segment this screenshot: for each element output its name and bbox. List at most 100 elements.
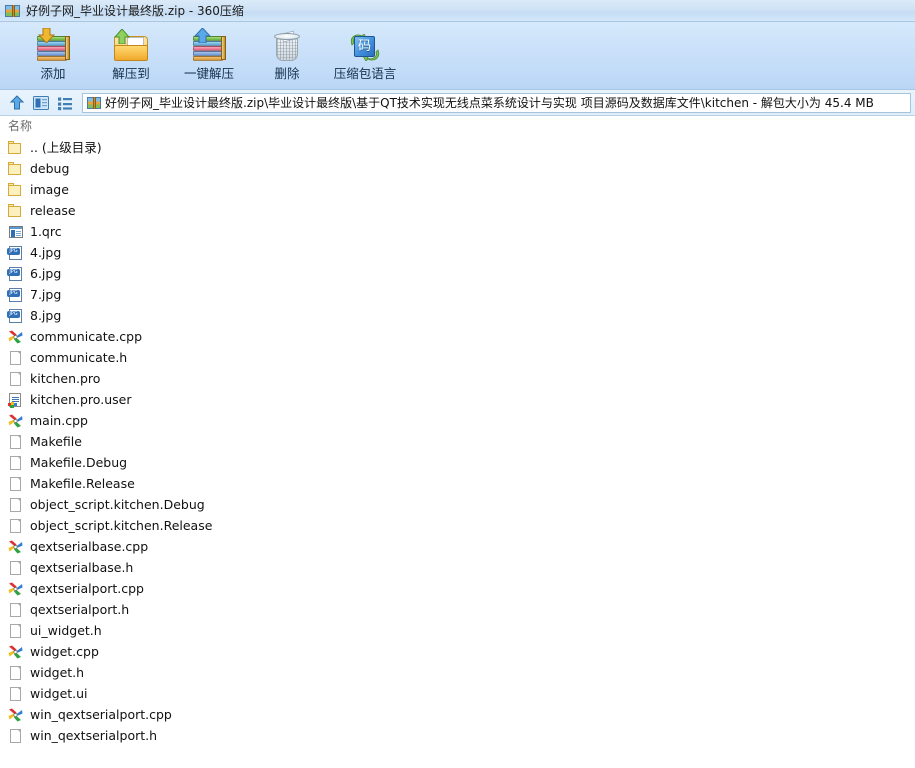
list-item[interactable]: object_script.kitchen.Release [0,515,915,536]
add-button[interactable]: 添加 [14,25,92,87]
file-name: Makefile [30,434,82,449]
file-name: debug [30,161,70,176]
address-input[interactable]: 好例子网_毕业设计最终版.zip\毕业设计最终版\基于QT技术实现无线点菜系统设… [82,92,911,113]
file-name: qextserialbase.cpp [30,539,149,554]
file-name: win_qextserialport.cpp [30,707,172,722]
list-item[interactable]: qextserialport.h [0,599,915,620]
delete-button-label: 删除 [274,66,300,81]
list-item[interactable]: widget.ui [0,683,915,704]
list-item[interactable]: kitchen.pro [0,368,915,389]
list-item[interactable]: JPG 6.jpg [0,263,915,284]
file-name: object_script.kitchen.Debug [30,497,205,512]
file-name: release [30,203,76,218]
file-name: Makefile.Debug [30,455,128,470]
jpg-file-icon: JPG [7,307,24,324]
file-name: qextserialbase.h [30,560,134,575]
page-file-icon [7,454,24,471]
list-item[interactable]: main.cpp [0,410,915,431]
file-name: qextserialport.cpp [30,581,144,596]
file-name: 8.jpg [30,308,62,323]
archive-icon [87,96,101,109]
toolbar: 添加 解压到 一键解压 删除 码 压缩包语言 [0,22,915,90]
file-name: kitchen.pro.user [30,392,132,407]
list-item[interactable]: communicate.h [0,347,915,368]
xml-file-icon [7,391,24,408]
page-file-icon [7,517,24,534]
file-name: 1.qrc [30,224,62,239]
archive-language-button[interactable]: 码 压缩包语言 [326,25,404,87]
language-icon-char: 码 [354,36,375,57]
file-name: .. (上级目录) [30,140,102,155]
file-name: image [30,182,69,197]
list-item[interactable]: widget.cpp [0,641,915,662]
page-file-icon [7,496,24,513]
trash-icon [267,28,307,64]
list-item[interactable]: Makefile [0,431,915,452]
folder-icon [7,139,24,156]
list-view-icon[interactable] [54,93,76,113]
one-click-extract-button[interactable]: 一键解压 [170,25,248,87]
file-name: Makefile.Release [30,476,135,491]
file-name: win_qextserialport.h [30,728,158,743]
window-title: 好例子网_毕业设计最终版.zip - 360压缩 [26,3,244,18]
cpp-file-icon [7,412,24,429]
extract-to-button[interactable]: 解压到 [92,25,170,87]
language-icon: 码 [345,28,385,64]
folder-icon [7,202,24,219]
page-file-icon [7,559,24,576]
list-item[interactable]: qextserialport.cpp [0,578,915,599]
column-header-name: 名称 [8,119,33,133]
file-list[interactable]: .. (上级目录) debug image release 1.qrc JPG [0,136,915,768]
folder-extract-icon [111,28,151,64]
jpg-file-icon: JPG [7,286,24,303]
list-item[interactable]: widget.h [0,662,915,683]
file-name: object_script.kitchen.Release [30,518,213,533]
file-name: 6.jpg [30,266,62,281]
file-name: 4.jpg [30,245,62,260]
cpp-file-icon [7,538,24,555]
address-path-text: 好例子网_毕业设计最终版.zip\毕业设计最终版\基于QT技术实现无线点菜系统设… [105,95,874,110]
list-item[interactable]: communicate.cpp [0,326,915,347]
list-item[interactable]: Makefile.Release [0,473,915,494]
archive-add-icon [33,28,73,64]
qrc-file-icon [7,223,24,240]
file-name: main.cpp [30,413,88,428]
cpp-file-icon [7,706,24,723]
list-item[interactable]: win_qextserialport.cpp [0,704,915,725]
list-item[interactable]: win_qextserialport.h [0,725,915,746]
list-item[interactable]: Makefile.Debug [0,452,915,473]
page-file-icon [7,349,24,366]
folder-icon [7,160,24,177]
page-file-icon [7,727,24,744]
list-item[interactable]: kitchen.pro.user [0,389,915,410]
cpp-file-icon [7,328,24,345]
preview-panel-icon[interactable] [30,93,52,113]
one-click-extract-button-label: 一键解压 [183,66,234,81]
jpg-badge-label: JPG [7,269,20,276]
list-item[interactable]: debug [0,158,915,179]
app-window: 好例子网_毕业设计最终版.zip - 360压缩 添加 解压到 一键解压 删除 … [0,0,915,768]
list-column-header: 名称 [0,116,915,136]
list-item[interactable]: qextserialbase.cpp [0,536,915,557]
add-button-label: 添加 [40,66,66,81]
jpg-file-icon: JPG [7,244,24,261]
up-arrow-icon[interactable] [6,93,28,113]
list-item[interactable]: .. (上级目录) [0,137,915,158]
jpg-badge-label: JPG [7,290,20,297]
delete-button[interactable]: 删除 [248,25,326,87]
archive-icon [5,3,21,19]
list-item[interactable]: object_script.kitchen.Debug [0,494,915,515]
list-item[interactable]: 1.qrc [0,221,915,242]
list-item[interactable]: ui_widget.h [0,620,915,641]
list-item[interactable]: JPG 4.jpg [0,242,915,263]
list-item[interactable]: JPG 7.jpg [0,284,915,305]
page-file-icon [7,664,24,681]
archive-extract-icon [189,28,229,64]
address-bar: 好例子网_毕业设计最终版.zip\毕业设计最终版\基于QT技术实现无线点菜系统设… [0,90,915,116]
list-item[interactable]: release [0,200,915,221]
list-item[interactable]: qextserialbase.h [0,557,915,578]
list-item[interactable]: JPG 8.jpg [0,305,915,326]
page-file-icon [7,685,24,702]
page-file-icon [7,370,24,387]
list-item[interactable]: image [0,179,915,200]
